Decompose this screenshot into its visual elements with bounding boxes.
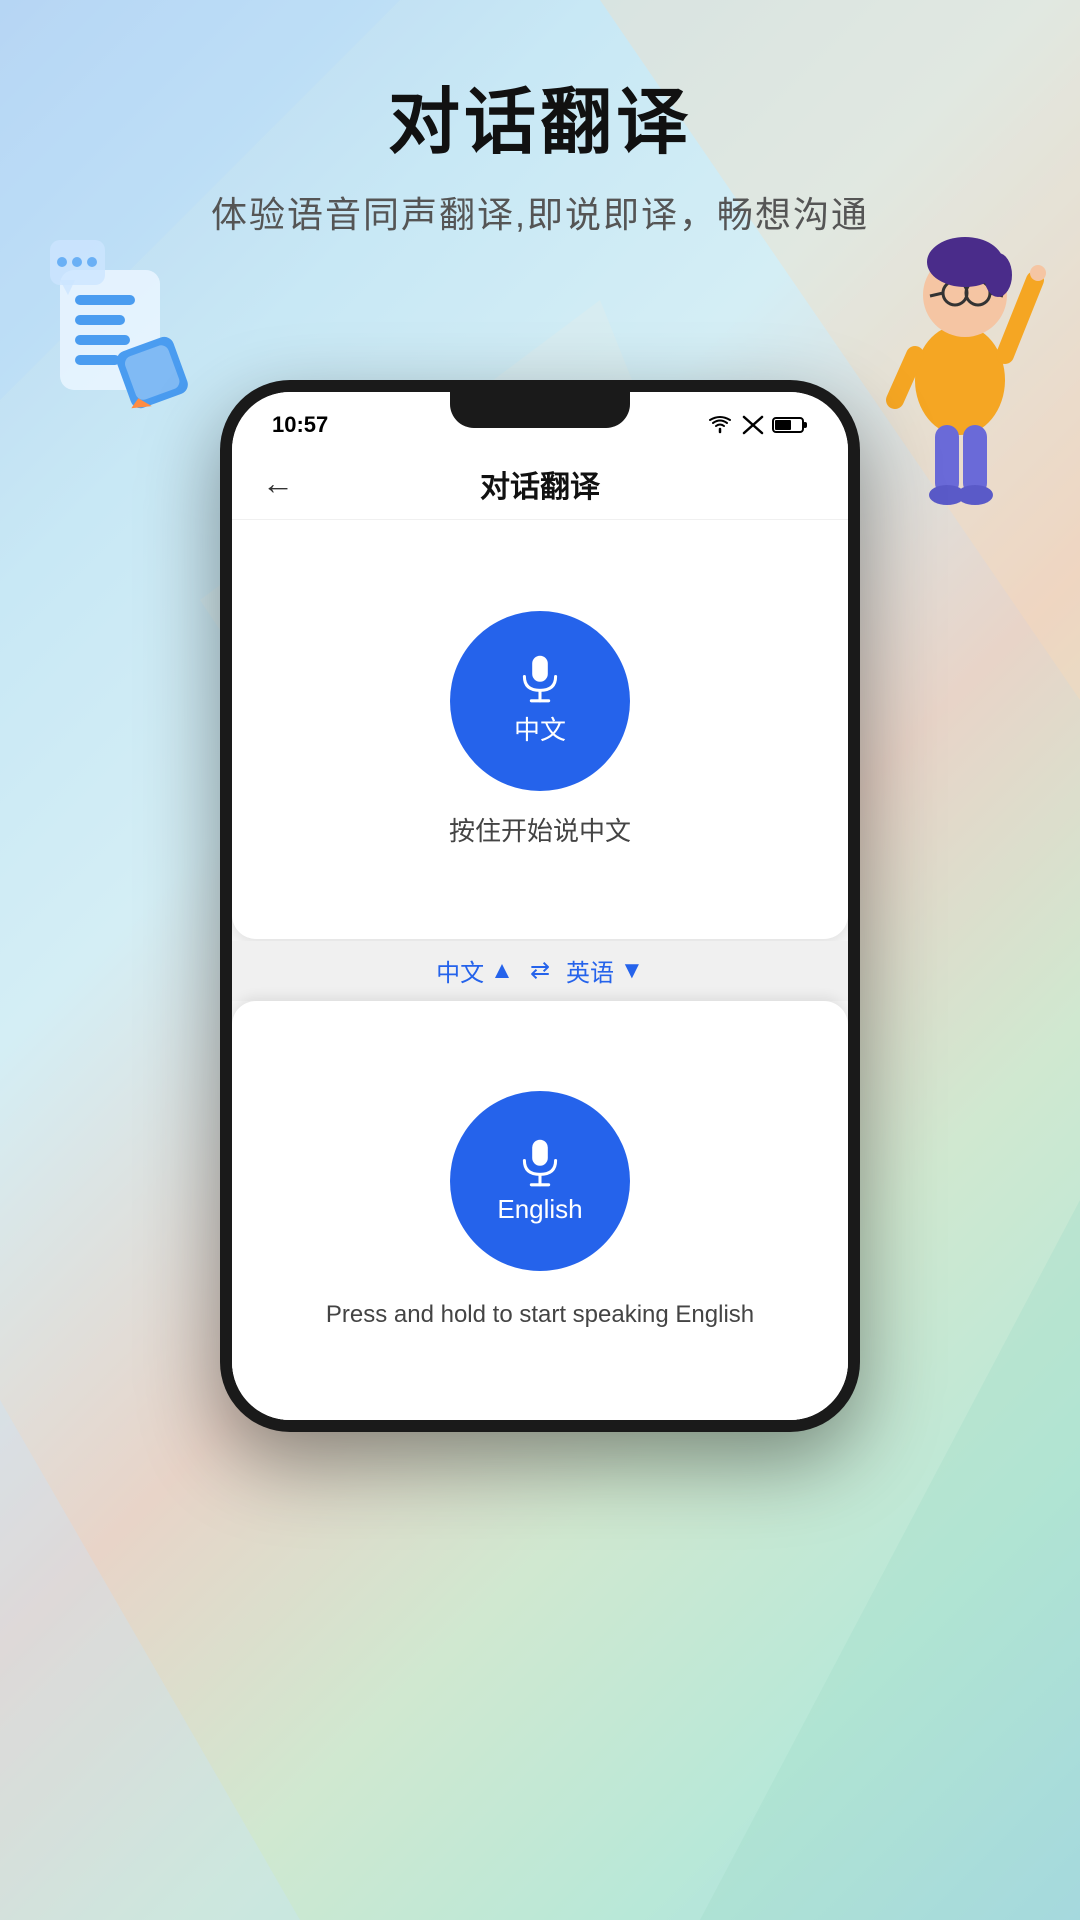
lang-left-button[interactable]: 中文 ▲: [436, 953, 514, 988]
arrow-right-icon: ▼: [620, 957, 644, 985]
lang-right-button[interactable]: 英语 ▼: [566, 953, 644, 988]
lang-left-label: 中文: [436, 953, 484, 988]
deco-chat-icon: [50, 240, 210, 435]
nav-bar: ← 对话翻译: [232, 448, 848, 520]
panel-hint-english: Press and hold to start speaking English: [326, 1301, 754, 1329]
panel-chinese: 中文 按住开始说中文: [232, 520, 848, 939]
arrow-left-icon: ▲: [490, 957, 514, 985]
mic-icon-english: [514, 1138, 566, 1190]
lang-switcher: 中文 ▲ ⇄ 英语 ▼: [232, 941, 848, 1001]
status-time: 10:57: [272, 412, 328, 438]
deco-character: [860, 200, 1060, 520]
phone-mockup: 10:57: [220, 380, 860, 1432]
panel-english: English Press and hold to start speaking…: [232, 1001, 848, 1421]
lang-swap-button[interactable]: ⇄: [530, 956, 550, 985]
mic-icon-chinese: [514, 654, 566, 706]
phone-inner: 10:57: [232, 392, 848, 1420]
phone-content: 中文 按住开始说中文 中文 ▲ ⇄ 英语 ▼: [232, 520, 848, 1420]
mic-label-english: English: [497, 1194, 582, 1225]
battery-icon: [772, 415, 808, 435]
lang-right-label: 英语: [566, 953, 614, 988]
mic-button-chinese[interactable]: 中文: [450, 611, 630, 791]
panel-hint-chinese: 按住开始说中文: [449, 811, 631, 848]
nav-title: 对话翻译: [480, 462, 600, 506]
mic-label-chinese: 中文: [514, 710, 566, 747]
mic-button-english[interactable]: English: [450, 1091, 630, 1271]
phone-notch: [450, 392, 630, 428]
back-button[interactable]: ←: [262, 465, 294, 502]
wifi-icon: [706, 415, 734, 435]
page-title: 对话翻译: [0, 80, 1080, 166]
signal-icon: [742, 415, 764, 435]
status-icons: [706, 415, 808, 435]
phone-frame: 10:57: [220, 380, 860, 1432]
